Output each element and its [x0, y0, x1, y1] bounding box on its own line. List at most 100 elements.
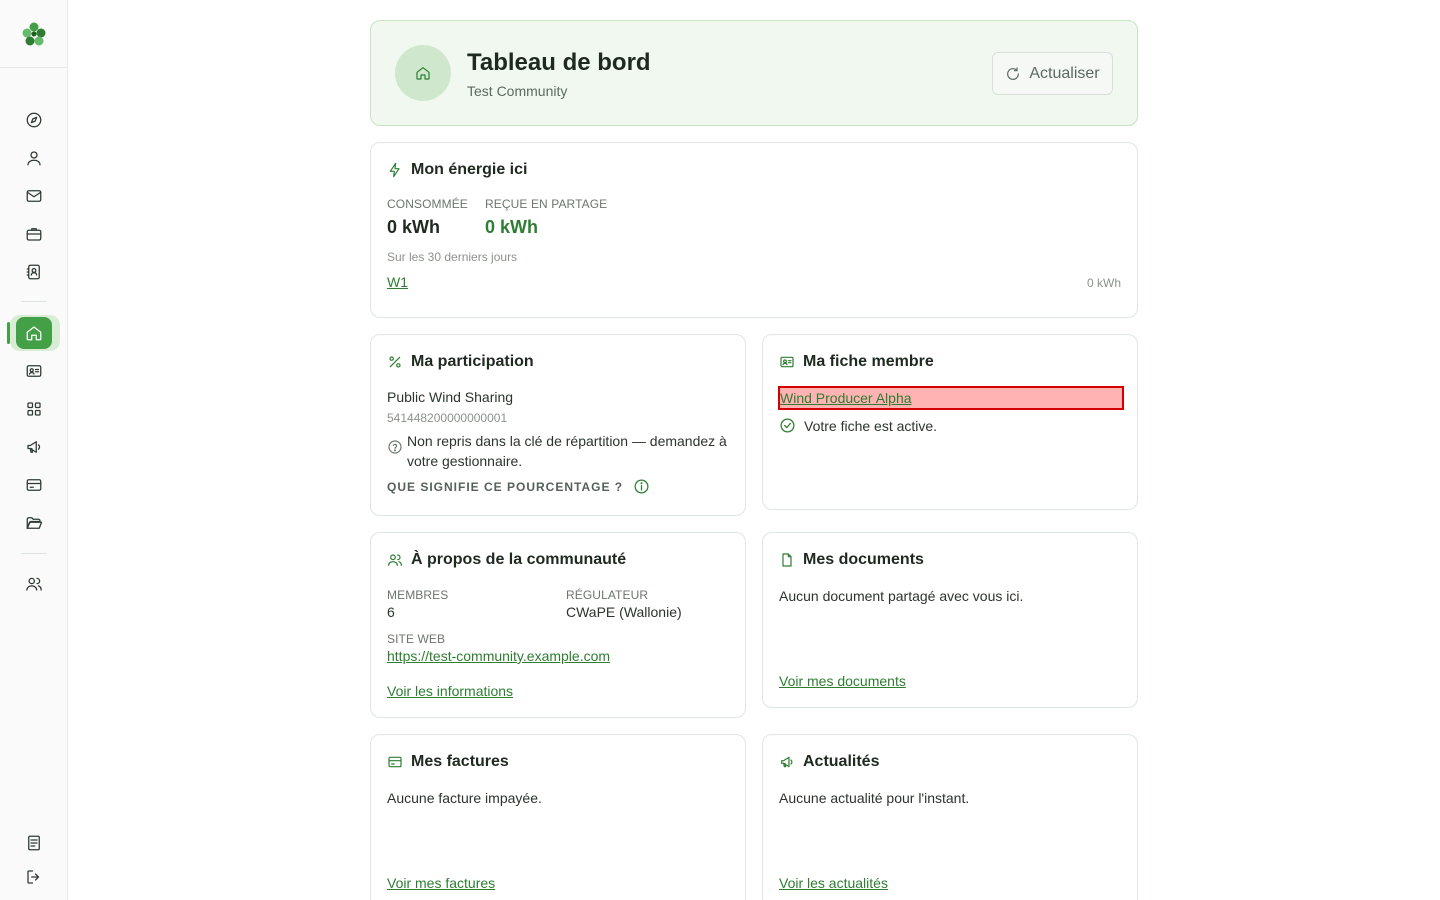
refresh-button-label: Actualiser	[1029, 64, 1100, 82]
community-name: Test Community	[467, 83, 568, 99]
sidebar-item-dashboard[interactable]	[16, 317, 52, 349]
app-logo[interactable]	[0, 0, 68, 68]
sidebar-item-invoices[interactable]	[16, 469, 52, 501]
logout-icon	[27, 870, 40, 884]
participation-notice-text: Non repris dans la clé de répartition — …	[407, 433, 727, 469]
sidebar-item-work[interactable]	[16, 218, 52, 250]
invoices-card-title: Mes factures	[387, 753, 509, 771]
regulator-label: RÉGULATEUR	[566, 588, 649, 602]
member-status: Votre fiche est active.	[779, 417, 937, 434]
meter-link[interactable]: W1	[387, 274, 408, 290]
documents-card: Mes documents Aucun document partagé ave…	[762, 532, 1138, 708]
user-icon	[27, 151, 41, 166]
sidebar-item-messages[interactable]	[16, 180, 52, 212]
participation-title-text: Ma participation	[411, 353, 534, 370]
members-value: 6	[387, 604, 395, 620]
home-icon	[416, 67, 430, 80]
period-text: Sur les 30 derniers jours	[387, 250, 518, 264]
energy-card: Mon énergie ici CONSOMMÉE 0 kWh REÇUE EN…	[370, 142, 1138, 318]
member-card-title: Ma fiche membre	[779, 353, 934, 371]
member-profile-link[interactable]: Wind Producer Alpha	[780, 390, 912, 406]
megaphone-icon	[27, 441, 41, 453]
community-card-title: À propos de la communauté	[387, 551, 626, 569]
consumed-value: 0 kWh	[387, 217, 441, 237]
header-home-icon-badge	[395, 45, 451, 101]
home-icon	[26, 326, 42, 341]
news-title-text: Actualités	[803, 753, 880, 770]
sidebar-item-contacts[interactable]	[16, 256, 52, 288]
participation-ean: 541448200000000001	[387, 411, 508, 425]
file-icon	[782, 553, 792, 567]
members-label: MEMBRES	[387, 588, 449, 602]
page-title: Tableau de bord	[467, 49, 651, 76]
meter-value: 0 kWh	[1086, 276, 1121, 290]
users-icon	[26, 577, 42, 591]
participation-name: Public Wind Sharing	[387, 389, 514, 405]
community-title-text: À propos de la communauté	[411, 551, 627, 568]
invoices-empty-text: Aucune facture impayée.	[387, 790, 542, 806]
energy-title-text: Mon énergie ici	[411, 161, 528, 178]
compass-icon	[26, 112, 42, 128]
refresh-button[interactable]: Actualiser	[992, 52, 1113, 95]
refresh-icon	[1007, 66, 1020, 80]
news-card: Actualités Aucune actualité pour l'insta…	[762, 734, 1138, 900]
sidebar-item-community[interactable]	[16, 568, 52, 600]
check-circle-icon	[780, 418, 795, 433]
invoices-card: Mes factures Aucune facture impayée. Voi…	[370, 734, 746, 900]
documents-title-text: Mes documents	[803, 551, 924, 568]
documents-link[interactable]: Voir mes documents	[779, 673, 906, 689]
consumed-label: CONSOMMÉE	[387, 197, 468, 211]
clover-logo-icon	[22, 22, 46, 45]
sidebar-item-explore[interactable]	[16, 104, 52, 136]
participation-card: Ma participation Public Wind Sharing 541…	[370, 334, 746, 516]
regulator-value: CWaPE (Wallonie)	[566, 604, 682, 620]
grid-icon	[27, 402, 41, 416]
briefcase-icon	[26, 228, 42, 241]
sidebar-item-docs[interactable]	[16, 827, 52, 859]
sidebar	[0, 0, 68, 900]
shared-value: 0 kWh	[485, 217, 539, 237]
sidebar-item-logout[interactable]	[16, 861, 52, 893]
folder-open-icon	[26, 517, 43, 529]
website-link[interactable]: https://test-community.example.com	[387, 648, 610, 664]
document-icon	[28, 835, 40, 851]
member-title-text: Ma fiche membre	[803, 353, 934, 370]
question-circle-icon	[388, 440, 402, 454]
sidebar-divider	[21, 301, 47, 302]
shared-label: REÇUE EN PARTAGE	[485, 197, 608, 211]
sidebar-item-profile[interactable]	[16, 142, 52, 174]
id-card-icon	[780, 356, 794, 368]
credit-card-icon	[388, 756, 402, 768]
invoices-title-text: Mes factures	[411, 753, 509, 770]
community-info-link[interactable]: Voir les informations	[387, 683, 513, 699]
dashboard-header: Tableau de bord Test Community Actualise…	[370, 20, 1138, 126]
megaphone-icon	[781, 756, 793, 768]
contact-book-icon	[26, 264, 40, 280]
sidebar-item-member-card[interactable]	[16, 355, 52, 387]
energy-card-title: Mon énergie ici	[387, 161, 527, 179]
sidebar-item-documents[interactable]	[16, 507, 52, 539]
sidebar-divider	[21, 553, 47, 554]
credit-card-icon	[26, 479, 42, 491]
participation-notice: Non repris dans la clé de répartition — …	[387, 431, 731, 471]
news-card-title: Actualités	[779, 753, 879, 771]
sidebar-item-apps[interactable]	[16, 393, 52, 425]
percent-icon	[389, 356, 401, 368]
invoices-link[interactable]: Voir mes factures	[387, 875, 495, 891]
mail-icon	[26, 190, 42, 202]
member-card: Ma fiche membre Wind Producer Alpha Votr…	[762, 334, 1138, 510]
sidebar-item-news[interactable]	[16, 431, 52, 463]
percentage-help[interactable]: QUE SIGNIFIE CE POURCENTAGE ?	[387, 478, 650, 495]
news-empty-text: Aucune actualité pour l'instant.	[779, 790, 970, 806]
website-label: SITE WEB	[387, 632, 446, 646]
id-card-icon	[26, 365, 42, 377]
percentage-help-label[interactable]: QUE SIGNIFIE CE POURCENTAGE ?	[387, 480, 623, 494]
documents-card-title: Mes documents	[779, 551, 924, 569]
news-link[interactable]: Voir les actualités	[779, 875, 888, 891]
info-icon[interactable]	[633, 478, 650, 495]
member-status-text: Votre fiche est active.	[804, 417, 938, 434]
community-card: À propos de la communauté MEMBRES 6 RÉGU…	[370, 532, 746, 718]
users-icon	[388, 554, 402, 566]
lightning-icon	[389, 162, 400, 178]
sidebar-active-indicator	[7, 322, 10, 344]
